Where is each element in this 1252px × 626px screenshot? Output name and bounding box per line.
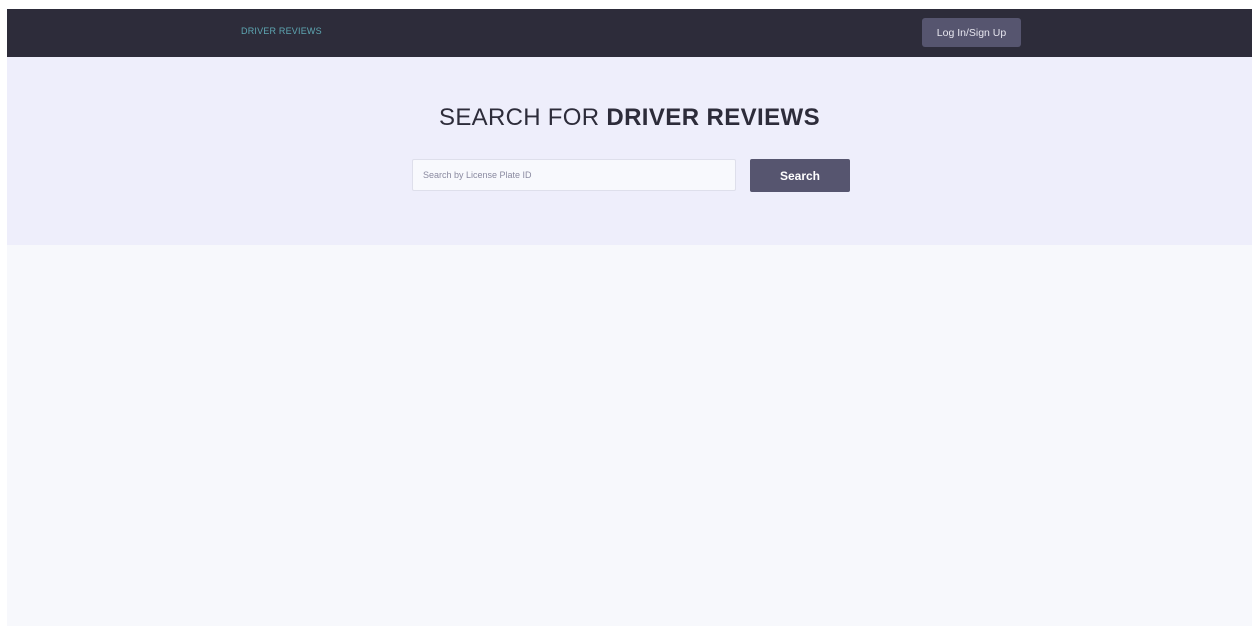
title-prefix: SEARCH FOR <box>439 104 607 131</box>
top-navbar: DRIVER REVIEWS Log In/Sign Up <box>7 9 1252 57</box>
search-button[interactable]: Search <box>750 159 850 192</box>
title-emphasis: DRIVER REVIEWS <box>606 104 820 131</box>
page-title: SEARCH FOR DRIVER REVIEWS <box>7 104 1252 132</box>
login-signup-button[interactable]: Log In/Sign Up <box>922 18 1021 47</box>
app-window: DRIVER REVIEWS Log In/Sign Up SEARCH FOR… <box>7 9 1252 626</box>
results-area <box>7 245 1252 626</box>
brand-link[interactable]: DRIVER REVIEWS <box>241 26 322 36</box>
license-plate-search-input[interactable] <box>412 159 736 191</box>
search-hero: SEARCH FOR DRIVER REVIEWS Search <box>7 57 1252 245</box>
